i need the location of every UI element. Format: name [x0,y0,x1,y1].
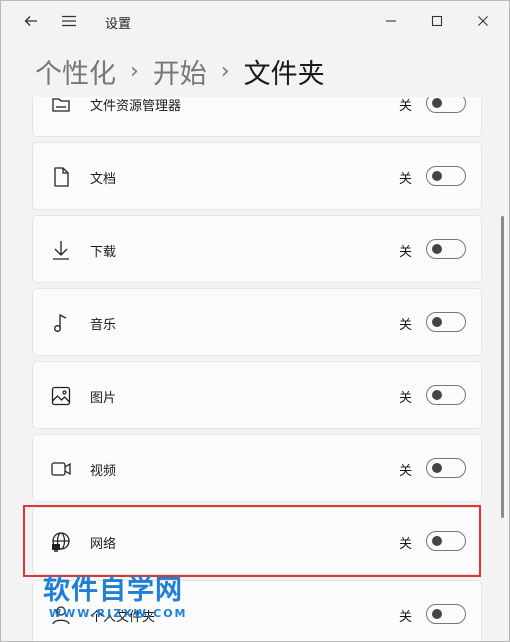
toggle-state-label: 关 [399,464,413,479]
toggle-knob [432,244,442,254]
list-item-label: 文件资源管理器 [90,99,182,114]
toggle-state-label: 关 [399,391,413,406]
title-bar: 设置 [1,1,509,41]
list-item-file-explorer[interactable]: 文件资源管理器 关 [32,97,482,137]
list-item-documents[interactable]: 文档 关 [32,142,482,210]
watermark-text: 软件自学网 [43,575,183,606]
scrollbar[interactable] [501,216,504,518]
video-icon [49,457,73,481]
list-item-music[interactable]: 音乐 关 [32,288,482,356]
toggle-knob [432,536,442,546]
breadcrumb-item-start[interactable]: 开始 [153,52,207,91]
list-item-videos[interactable]: 视频 关 [32,434,482,502]
download-icon [49,238,73,262]
toggle-knob [432,171,442,181]
toggle-state-label: 关 [399,537,413,552]
music-note-icon [49,311,73,335]
page-title: 文件夹 [243,58,325,90]
window-title: 设置 [105,17,132,32]
toggle-knob [432,317,442,327]
toggle-switch[interactable] [426,97,466,113]
list-item-downloads[interactable]: 下载 关 [32,215,482,283]
network-globe-icon [49,530,73,554]
watermark-url: WWW.RJZXW.COM [49,607,188,620]
toggle-state-label: 关 [399,610,413,625]
toggle-state-label: 关 [399,318,413,333]
toggle-state-label: 关 [399,172,413,187]
file-explorer-icon [49,97,73,116]
close-icon[interactable] [465,9,501,33]
list-item-label: 图片 [90,391,117,406]
back-arrow-icon[interactable] [19,9,43,33]
document-icon [49,165,73,189]
toggle-switch[interactable] [426,312,466,332]
toggle-knob [432,609,442,619]
toggle-switch[interactable] [426,385,466,405]
picture-icon [49,384,73,408]
list-item-label: 文档 [90,172,117,187]
list-item-label: 下载 [90,245,117,260]
breadcrumb-separator: › [130,58,139,84]
hamburger-icon[interactable] [57,9,81,33]
breadcrumb-separator: › [220,58,230,84]
toggle-switch[interactable] [426,531,466,551]
breadcrumb: 个性化 › 开始 › 文件夹 [35,51,325,91]
list-item-label: 音乐 [90,318,117,333]
toggle-switch[interactable] [426,166,466,186]
folder-list: 文件资源管理器 关 文档 关 下载 关 音乐 关 图片 关 视频 关 网络 关 … [1,97,509,641]
settings-window: 设置 个性化 › 开始 › 文件夹 文件资源管理器 关 文档 关 下载 关 音乐… [0,0,510,642]
list-item-network[interactable]: 网络 关 [32,507,482,575]
list-item-label: 网络 [90,537,117,552]
toggle-knob [432,463,442,473]
toggle-switch[interactable] [426,458,466,478]
breadcrumb-item-personalization[interactable]: 个性化 [35,52,116,91]
toggle-switch[interactable] [426,604,466,624]
minimize-icon[interactable] [373,9,409,33]
list-item-pictures[interactable]: 图片 关 [32,361,482,429]
list-item-label: 视频 [90,464,117,479]
toggle-switch[interactable] [426,239,466,259]
watermark-logo: 软件自学网 WWW.RJZXW.COM [43,575,188,620]
toggle-knob [432,390,442,400]
toggle-state-label: 关 [399,245,413,260]
maximize-icon[interactable] [419,9,455,33]
toggle-knob [432,98,442,108]
toggle-state-label: 关 [399,99,413,114]
